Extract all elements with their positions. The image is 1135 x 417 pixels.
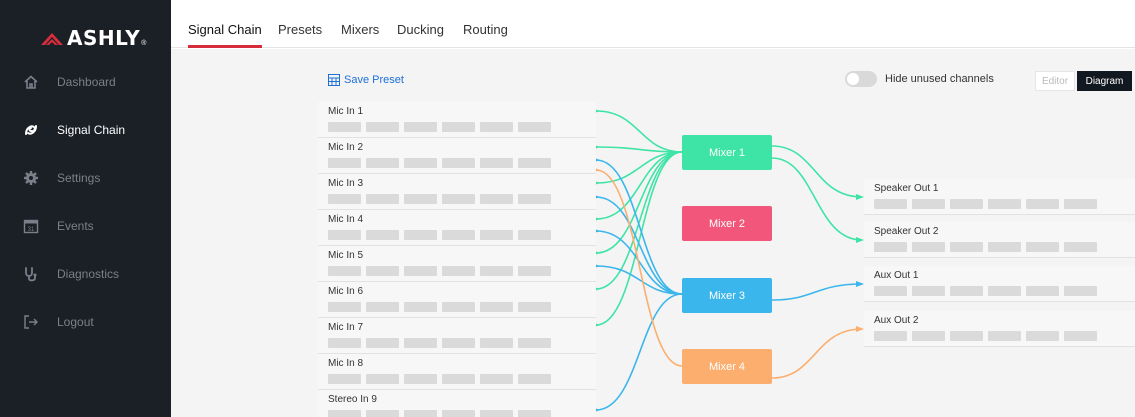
sidebar: ASHLY ® Dashboard Signal Chain Settings …: [0, 0, 171, 417]
stethoscope-icon: [22, 265, 40, 283]
channel-blocks: [328, 122, 556, 132]
toggle-knob: [847, 73, 859, 85]
sidebar-item-diagnostics[interactable]: Diagnostics: [0, 259, 171, 289]
tab-mixers[interactable]: Mixers: [341, 22, 379, 37]
sidebar-item-label: Diagnostics: [57, 267, 120, 281]
channel-blocks: [328, 158, 556, 168]
svg-text:31: 31: [28, 227, 35, 233]
channel-name: Mic In 5: [328, 250, 364, 261]
save-preset-icon: [328, 74, 340, 86]
channel-name: Mic In 8: [328, 358, 364, 369]
input-channel-1[interactable]: Mic In 1: [318, 102, 596, 138]
output-channel-aux-1[interactable]: Aux Out 1: [864, 266, 1135, 302]
channel-blocks: [328, 302, 556, 312]
mixer-4-node[interactable]: Mixer 4: [682, 349, 772, 384]
input-channel-2[interactable]: Mic In 2: [318, 138, 596, 174]
input-channel-4[interactable]: Mic In 4: [318, 210, 596, 246]
save-preset-button[interactable]: Save Preset: [328, 74, 404, 86]
channel-blocks: [328, 230, 556, 240]
input-channel-7[interactable]: Mic In 7: [318, 318, 596, 354]
mixer-3-node[interactable]: Mixer 3: [682, 278, 772, 313]
tab-routing[interactable]: Routing: [463, 22, 508, 37]
channel-name: Mic In 7: [328, 322, 364, 333]
channel-name: Stereo In 9: [328, 394, 377, 405]
channel-blocks: [874, 242, 1102, 252]
channel-blocks: [328, 374, 556, 384]
mixer-1-node[interactable]: Mixer 1: [682, 135, 772, 170]
input-channel-8[interactable]: Mic In 8: [318, 354, 596, 390]
input-channel-3[interactable]: Mic In 3: [318, 174, 596, 210]
sidebar-item-events[interactable]: 31 Events: [0, 211, 171, 241]
input-channel-6[interactable]: Mic In 6: [318, 282, 596, 318]
brand-name: ASHLY: [67, 26, 141, 50]
gear-icon: [22, 169, 40, 187]
sidebar-item-logout[interactable]: Logout: [0, 307, 171, 337]
channel-blocks: [328, 194, 556, 204]
diagram-view-button[interactable]: Diagram: [1077, 71, 1132, 91]
sidebar-item-label: Logout: [57, 315, 94, 329]
active-tab-indicator: [188, 45, 262, 48]
hide-unused-toggle[interactable]: [845, 71, 877, 87]
hide-unused-label: Hide unused channels: [885, 73, 994, 85]
tab-presets[interactable]: Presets: [278, 22, 322, 37]
channel-name: Mic In 4: [328, 214, 364, 225]
channel-name: Aux Out 1: [874, 270, 919, 281]
channel-name: Aux Out 2: [874, 315, 919, 326]
input-channel-9[interactable]: Stereo In 9: [318, 390, 596, 417]
channel-blocks: [328, 266, 556, 276]
channel-name: Mic In 6: [328, 286, 364, 297]
channel-name: Mic In 2: [328, 142, 364, 153]
ashly-logo-mark-icon: [41, 33, 63, 45]
channel-name: Mic In 1: [328, 106, 364, 117]
save-preset-label: Save Preset: [344, 74, 404, 86]
channel-name: Speaker Out 1: [874, 183, 939, 194]
output-channel-aux-2[interactable]: Aux Out 2: [864, 311, 1135, 347]
tab-ducking[interactable]: Ducking: [397, 22, 444, 37]
sidebar-item-signal-chain[interactable]: Signal Chain: [0, 115, 171, 145]
sidebar-item-dashboard[interactable]: Dashboard: [0, 67, 171, 97]
logout-icon: [22, 313, 40, 331]
output-channel-speaker-2[interactable]: Speaker Out 2: [864, 222, 1135, 258]
sidebar-item-label: Events: [57, 219, 94, 233]
sidebar-item-settings[interactable]: Settings: [0, 163, 171, 193]
editor-view-button[interactable]: Editor: [1035, 71, 1075, 91]
tab-signal-chain[interactable]: Signal Chain: [188, 22, 262, 37]
sidebar-item-label: Signal Chain: [57, 123, 126, 137]
sidebar-item-label: Dashboard: [57, 75, 116, 89]
mixer-2-node[interactable]: Mixer 2: [682, 206, 772, 241]
input-channel-5[interactable]: Mic In 5: [318, 246, 596, 282]
channel-blocks: [328, 410, 556, 417]
channel-name: Mic In 3: [328, 178, 364, 189]
output-channel-speaker-1[interactable]: Speaker Out 1: [864, 179, 1135, 215]
sidebar-item-label: Settings: [57, 171, 101, 185]
home-icon: [22, 73, 40, 91]
signal-chain-icon: [22, 121, 40, 139]
calendar-icon: 31: [22, 217, 40, 235]
channel-blocks: [874, 199, 1102, 209]
channel-blocks: [874, 331, 1102, 341]
channel-blocks: [328, 338, 556, 348]
registered-mark: ®: [141, 39, 147, 47]
channel-name: Speaker Out 2: [874, 226, 939, 237]
channel-blocks: [874, 286, 1102, 296]
ashly-logo: ASHLY ®: [41, 26, 146, 50]
